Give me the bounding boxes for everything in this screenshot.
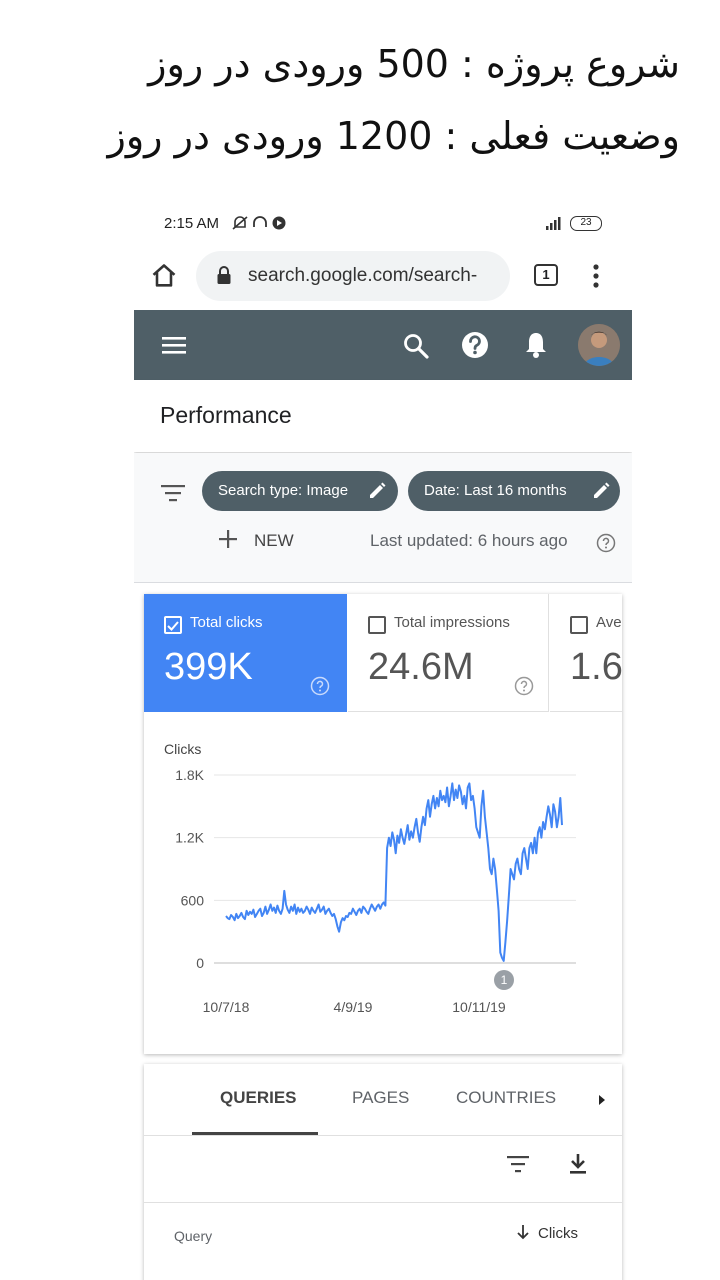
annotation-label: 1 bbox=[501, 973, 508, 987]
status-icons-group bbox=[232, 216, 286, 230]
y-tick-label: 1.2K bbox=[175, 830, 204, 846]
signal-icon bbox=[546, 217, 561, 230]
x-tick-label: 10/11/19 bbox=[452, 999, 506, 1015]
performance-card: Total clicks 399K Total impressions 24.6… bbox=[144, 594, 622, 1054]
chevron-right-icon[interactable] bbox=[596, 1092, 608, 1108]
tab-queries[interactable]: QUERIES bbox=[220, 1088, 297, 1108]
tab-countries[interactable]: COUNTRIES bbox=[456, 1088, 556, 1108]
search-type-chip-label: Search type: Image bbox=[218, 482, 349, 499]
tab-pages[interactable]: PAGES bbox=[352, 1088, 409, 1108]
y-axis-label: Clicks bbox=[164, 741, 201, 757]
metric-total-impressions[interactable]: Total impressions 24.6M bbox=[348, 594, 549, 712]
help-outline-icon[interactable] bbox=[310, 676, 330, 696]
dimensions-card: QUERIES PAGES COUNTRIES Query Clicks bbox=[144, 1064, 622, 1280]
metric-total-clicks[interactable]: Total clicks 399K bbox=[144, 594, 347, 712]
menu-icon[interactable] bbox=[160, 332, 188, 358]
caption-line-1: شروع پروژه : 500 ورودی در روز bbox=[148, 42, 680, 86]
x-axis-ticks: 10/7/18 4/9/19 10/11/19 bbox=[203, 999, 506, 1015]
help-icon[interactable] bbox=[460, 330, 490, 360]
metric-checkbox[interactable] bbox=[368, 616, 386, 634]
help-outline-icon[interactable] bbox=[514, 676, 534, 696]
metric-value: 399K bbox=[164, 646, 253, 688]
lock-icon bbox=[217, 266, 231, 284]
edit-pencil-icon bbox=[594, 482, 610, 498]
search-icon[interactable] bbox=[402, 332, 430, 360]
status-bar: 2:15 AM 23 bbox=[134, 200, 632, 248]
new-filter-label: NEW bbox=[254, 531, 294, 550]
page-title: Performance bbox=[160, 402, 292, 428]
clicks-series-line bbox=[225, 782, 563, 962]
avatar-image bbox=[578, 324, 620, 366]
metric-checkbox[interactable] bbox=[164, 616, 182, 634]
search-type-chip[interactable]: Search type: Image bbox=[202, 471, 398, 511]
help-outline-icon[interactable] bbox=[596, 533, 616, 553]
arrow-down-icon bbox=[517, 1225, 529, 1240]
headphones-icon bbox=[253, 216, 267, 227]
metric-value: 24.6M bbox=[368, 646, 474, 688]
caption-line-2: وضعیت فعلی : 1200 ورودی در روز bbox=[107, 114, 680, 158]
divider bbox=[144, 1135, 622, 1136]
column-header-query[interactable]: Query bbox=[174, 1228, 212, 1244]
edit-pencil-icon bbox=[370, 482, 386, 498]
page-header: Performance bbox=[134, 380, 632, 452]
plus-icon bbox=[219, 530, 237, 548]
annotation-marker[interactable]: 1 bbox=[494, 970, 514, 990]
clicks-line-chart: Clicks 1.8K 1.2K 600 0 10/7/18 4/9/19 10/11/1… bbox=[164, 741, 576, 1015]
y-tick-label: 1.8K bbox=[175, 767, 204, 783]
avatar[interactable] bbox=[578, 324, 620, 366]
column-header-clicks[interactable]: Clicks bbox=[516, 1224, 578, 1242]
status-notification-icons bbox=[232, 215, 292, 234]
date-range-chip[interactable]: Date: Last 16 months bbox=[408, 471, 620, 511]
table-filter-icon[interactable] bbox=[506, 1154, 530, 1174]
app-bar bbox=[134, 310, 632, 380]
download-icon[interactable] bbox=[566, 1152, 590, 1176]
divider bbox=[144, 1202, 622, 1203]
y-axis-ticks: 1.8K 1.2K 600 0 bbox=[175, 767, 204, 971]
y-tick-label: 0 bbox=[196, 955, 204, 971]
caption: شروع پروژه : 500 ورودی در روز وضعیت فعلی… bbox=[40, 28, 680, 172]
x-tick-label: 4/9/19 bbox=[334, 999, 373, 1015]
phone-screenshot: 2:15 AM 23 search.google.com/search- 1 P… bbox=[134, 200, 632, 1280]
check-icon bbox=[167, 621, 179, 631]
metric-label: Ave bbox=[596, 614, 622, 631]
metric-checkbox[interactable] bbox=[570, 616, 588, 634]
notifications-icon[interactable] bbox=[522, 330, 550, 360]
url-text: search.google.com/search- bbox=[248, 265, 478, 286]
status-time: 2:15 AM bbox=[164, 215, 220, 232]
home-icon[interactable] bbox=[150, 262, 178, 290]
battery-indicator: 23 bbox=[570, 216, 602, 231]
url-bar[interactable]: search.google.com/search- bbox=[196, 251, 510, 301]
metric-value: 1.6 bbox=[570, 646, 622, 688]
y-tick-label: 600 bbox=[181, 892, 205, 908]
metric-label: Total impressions bbox=[394, 614, 510, 631]
more-vert-icon[interactable] bbox=[586, 262, 606, 290]
x-tick-label: 10/7/18 bbox=[203, 999, 250, 1015]
filter-bar: Search type: Image Date: Last 16 months … bbox=[134, 453, 632, 583]
filter-icon[interactable] bbox=[160, 483, 186, 503]
column-header-clicks-label: Clicks bbox=[538, 1225, 578, 1242]
browser-toolbar: search.google.com/search- 1 bbox=[134, 248, 632, 304]
last-updated-text: Last updated: 6 hours ago bbox=[370, 531, 568, 550]
muted-bell-icon bbox=[232, 216, 248, 230]
metric-label: Total clicks bbox=[190, 614, 263, 631]
tab-switcher-button[interactable]: 1 bbox=[534, 264, 558, 286]
metric-average[interactable]: Ave 1.6 bbox=[550, 594, 622, 712]
date-range-chip-label: Date: Last 16 months bbox=[424, 482, 567, 499]
